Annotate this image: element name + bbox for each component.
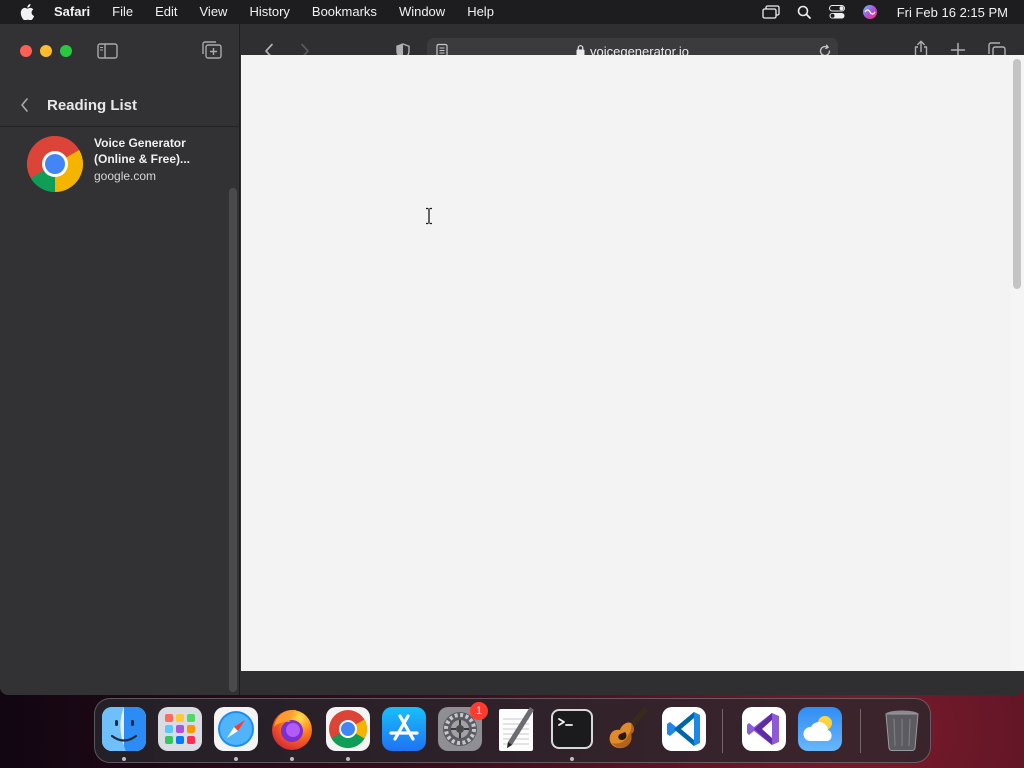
reading-list-title: Reading List [47, 96, 138, 114]
text-cursor-icon [424, 207, 434, 225]
siri-icon[interactable] [854, 0, 887, 24]
menu-bookmarks[interactable]: Bookmarks [301, 0, 388, 24]
dock-firefox-icon[interactable] [268, 705, 316, 753]
menu-history[interactable]: History [238, 0, 300, 24]
menu-edit[interactable]: Edit [144, 0, 188, 24]
new-tab-group-icon[interactable] [200, 40, 224, 62]
menu-help[interactable]: Help [456, 0, 505, 24]
apple-menu-icon[interactable] [0, 4, 54, 20]
reading-list-item-text: Voice Generator (Online & Free)... googl… [94, 135, 214, 185]
desktop: Safari File Edit View History Bookmarks … [0, 0, 1024, 768]
menu-file[interactable]: File [101, 0, 144, 24]
reading-list-item-title-line1: Voice Generator [94, 136, 186, 150]
dock-running-indicator [122, 757, 126, 761]
screen-mirroring-icon[interactable] [755, 0, 788, 24]
dock-finder-icon[interactable] [100, 705, 148, 753]
dock-launchpad-icon[interactable] [156, 705, 204, 753]
control-center-icon[interactable] [821, 0, 854, 24]
reading-list-item[interactable]: Voice Generator (Online & Free)... googl… [0, 129, 226, 197]
reading-list-item-domain: google.com [94, 169, 157, 183]
dock-running-indicator [346, 757, 350, 761]
dock-running-indicator [570, 757, 574, 761]
chrome-icon [26, 135, 84, 193]
minimize-window-button[interactable] [40, 45, 52, 57]
notification-badge: 1 [470, 702, 488, 720]
dock-terminal-icon[interactable] [548, 705, 596, 753]
reading-list-item-title-line2: (Online & Free)... [94, 152, 191, 166]
dock-app-store-icon[interactable] [380, 705, 428, 753]
dock-chrome-icon[interactable] [324, 705, 372, 753]
dock-trash-icon[interactable] [878, 705, 926, 753]
dock-visual-studio-icon[interactable] [740, 705, 788, 753]
sidebar-toggle-icon[interactable] [96, 41, 120, 61]
dock-weather-icon[interactable] [796, 705, 844, 753]
dock-separator [860, 709, 861, 753]
sidebar-scrollbar[interactable] [229, 188, 237, 692]
close-window-button[interactable] [20, 45, 32, 57]
dock-garageband-icon[interactable] [604, 705, 652, 753]
maximize-window-button[interactable] [60, 45, 72, 57]
web-page-content[interactable] [241, 55, 1011, 671]
menu-window[interactable]: Window [388, 0, 456, 24]
dock-textedit-icon[interactable] [492, 705, 540, 753]
dock-running-indicator [290, 757, 294, 761]
sidebar: Reading List Voice Generator (Online & F… [0, 24, 240, 695]
window-controls [20, 45, 72, 57]
menu-bar-clock[interactable]: Fri Feb 16 2:15 PM [887, 5, 1008, 20]
menu-bar: Safari File Edit View History Bookmarks … [0, 0, 1024, 24]
sidebar-divider [0, 126, 240, 127]
dock-running-indicator [234, 757, 238, 761]
back-chevron-icon[interactable] [20, 98, 40, 112]
menu-app-safari[interactable]: Safari [54, 0, 101, 24]
reading-list-header: Reading List [0, 82, 240, 128]
menu-view[interactable]: View [189, 0, 239, 24]
page-scrollbar-thumb[interactable] [1013, 59, 1021, 289]
spotlight-search-icon[interactable] [788, 0, 821, 24]
dock: 1 [94, 698, 931, 763]
dock-system-settings-icon[interactable]: 1 [436, 702, 488, 753]
dock-separator [722, 709, 723, 753]
dock-vscode-icon[interactable] [660, 705, 708, 753]
page-scrollbar[interactable] [1011, 55, 1024, 671]
dock-safari-icon[interactable] [212, 705, 260, 753]
